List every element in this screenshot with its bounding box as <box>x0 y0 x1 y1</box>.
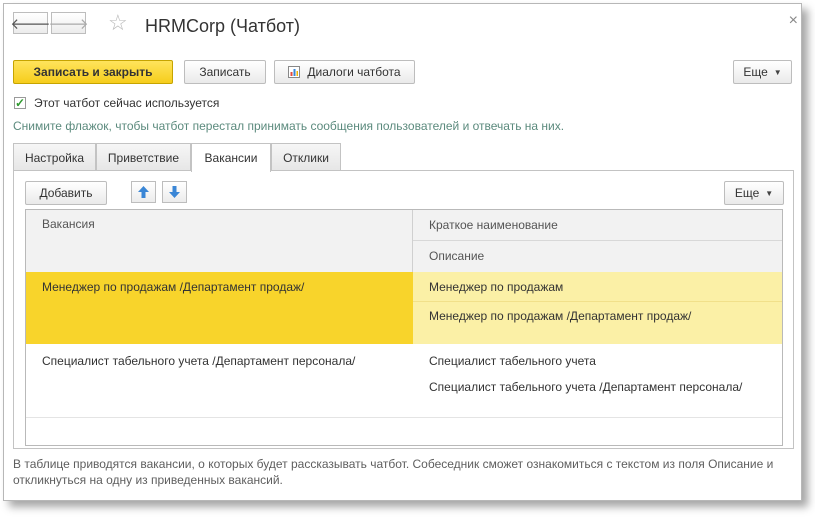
column-header-label: Описание <box>429 249 485 263</box>
arrow-up-icon <box>138 186 149 198</box>
column-header-description[interactable]: Описание <box>413 241 782 272</box>
active-checkbox-label[interactable]: Этот чатбот сейчас используется <box>34 96 219 110</box>
report-icon <box>288 66 301 78</box>
arrow-down-icon <box>169 186 180 198</box>
column-header-label: Вакансия <box>42 217 95 231</box>
chevron-down-icon: ▼ <box>765 188 774 198</box>
checkmark-icon: ✓ <box>14 96 26 110</box>
back-button[interactable]: 🡐 <box>10 12 51 34</box>
vacancy-name: Менеджер по продажам /Департамент продаж… <box>42 280 305 294</box>
vacancy-short-name: Специалист табельного учета <box>429 354 596 368</box>
favorite-star-icon[interactable]: ☆ <box>108 12 128 34</box>
active-checkbox[interactable]: ✓ <box>14 96 26 110</box>
more-label: Еще <box>743 65 768 79</box>
tab-greeting[interactable]: Приветствие <box>96 143 191 171</box>
column-header-label: Краткое наименование <box>429 218 558 232</box>
vacancies-panel: Добавить Еще ▼ Вакансия Краткое наименов… <box>13 170 794 449</box>
add-button[interactable]: Добавить <box>25 181 107 205</box>
tab-responses[interactable]: Отклики <box>271 143 341 171</box>
table-more-button[interactable]: Еще ▼ <box>724 181 784 205</box>
save-and-close-button[interactable]: Записать и закрыть <box>13 60 173 84</box>
tab-vacancies[interactable]: Вакансии <box>191 143 271 172</box>
save-button[interactable]: Записать <box>184 60 266 84</box>
table-row[interactable]: Менеджер по продажам /Департамент продаж… <box>26 272 782 344</box>
tab-label: Отклики <box>283 150 329 165</box>
window-title: HRMCorp (Чатбот) <box>145 16 301 36</box>
table-more-label: Еще <box>734 186 760 200</box>
row-vacancy-cell: Менеджер по продажам /Департамент продаж… <box>26 272 413 344</box>
save-label: Записать <box>199 65 251 79</box>
tab-settings[interactable]: Настройка <box>13 143 96 171</box>
row-divider <box>413 301 782 302</box>
form-window: 🡐 🡒 ☆ HRMCorp (Чатбот) × Записать и закр… <box>3 3 802 501</box>
move-up-button[interactable] <box>131 181 156 203</box>
vacancies-table: Вакансия Краткое наименование Описание М… <box>25 209 783 446</box>
vacancy-description: Менеджер по продажам /Департамент продаж… <box>429 309 692 323</box>
save-and-close-label: Записать и закрыть <box>33 65 153 79</box>
table-footnote: В таблице приводятся вакансии, о которых… <box>13 457 774 487</box>
move-down-button[interactable] <box>162 181 187 203</box>
vacancy-name: Специалист табельного учета /Департамент… <box>42 354 356 368</box>
row-details-cell: Менеджер по продажам Менеджер по продажа… <box>413 272 782 344</box>
forward-button[interactable]: 🡒 <box>48 12 89 34</box>
tab-label: Приветствие <box>107 150 180 165</box>
table-row[interactable]: Специалист табельного учета /Департамент… <box>26 344 782 418</box>
vacancy-short-name: Менеджер по продажам <box>429 280 564 294</box>
column-header-vacancy[interactable]: Вакансия <box>26 210 413 272</box>
more-menu-button[interactable]: Еще ▼ <box>733 60 792 84</box>
tab-label: Настройка <box>24 150 85 165</box>
tab-label: Вакансии <box>204 151 258 165</box>
arrow-left-icon: 🡐 <box>10 15 51 33</box>
chatbot-dialogs-label: Диалоги чатбота <box>307 65 401 79</box>
close-icon[interactable]: × <box>789 12 798 30</box>
add-label: Добавить <box>39 186 93 200</box>
vacancy-description: Специалист табельного учета /Департамент… <box>429 380 743 394</box>
column-header-short-name[interactable]: Краткое наименование <box>413 210 782 241</box>
chevron-down-icon: ▼ <box>773 67 782 77</box>
chatbot-dialogs-button[interactable]: Диалоги чатбота <box>274 60 415 84</box>
checkbox-hint: Снимите флажок, чтобы чатбот перестал пр… <box>13 119 565 133</box>
arrow-right-icon: 🡒 <box>48 15 89 33</box>
